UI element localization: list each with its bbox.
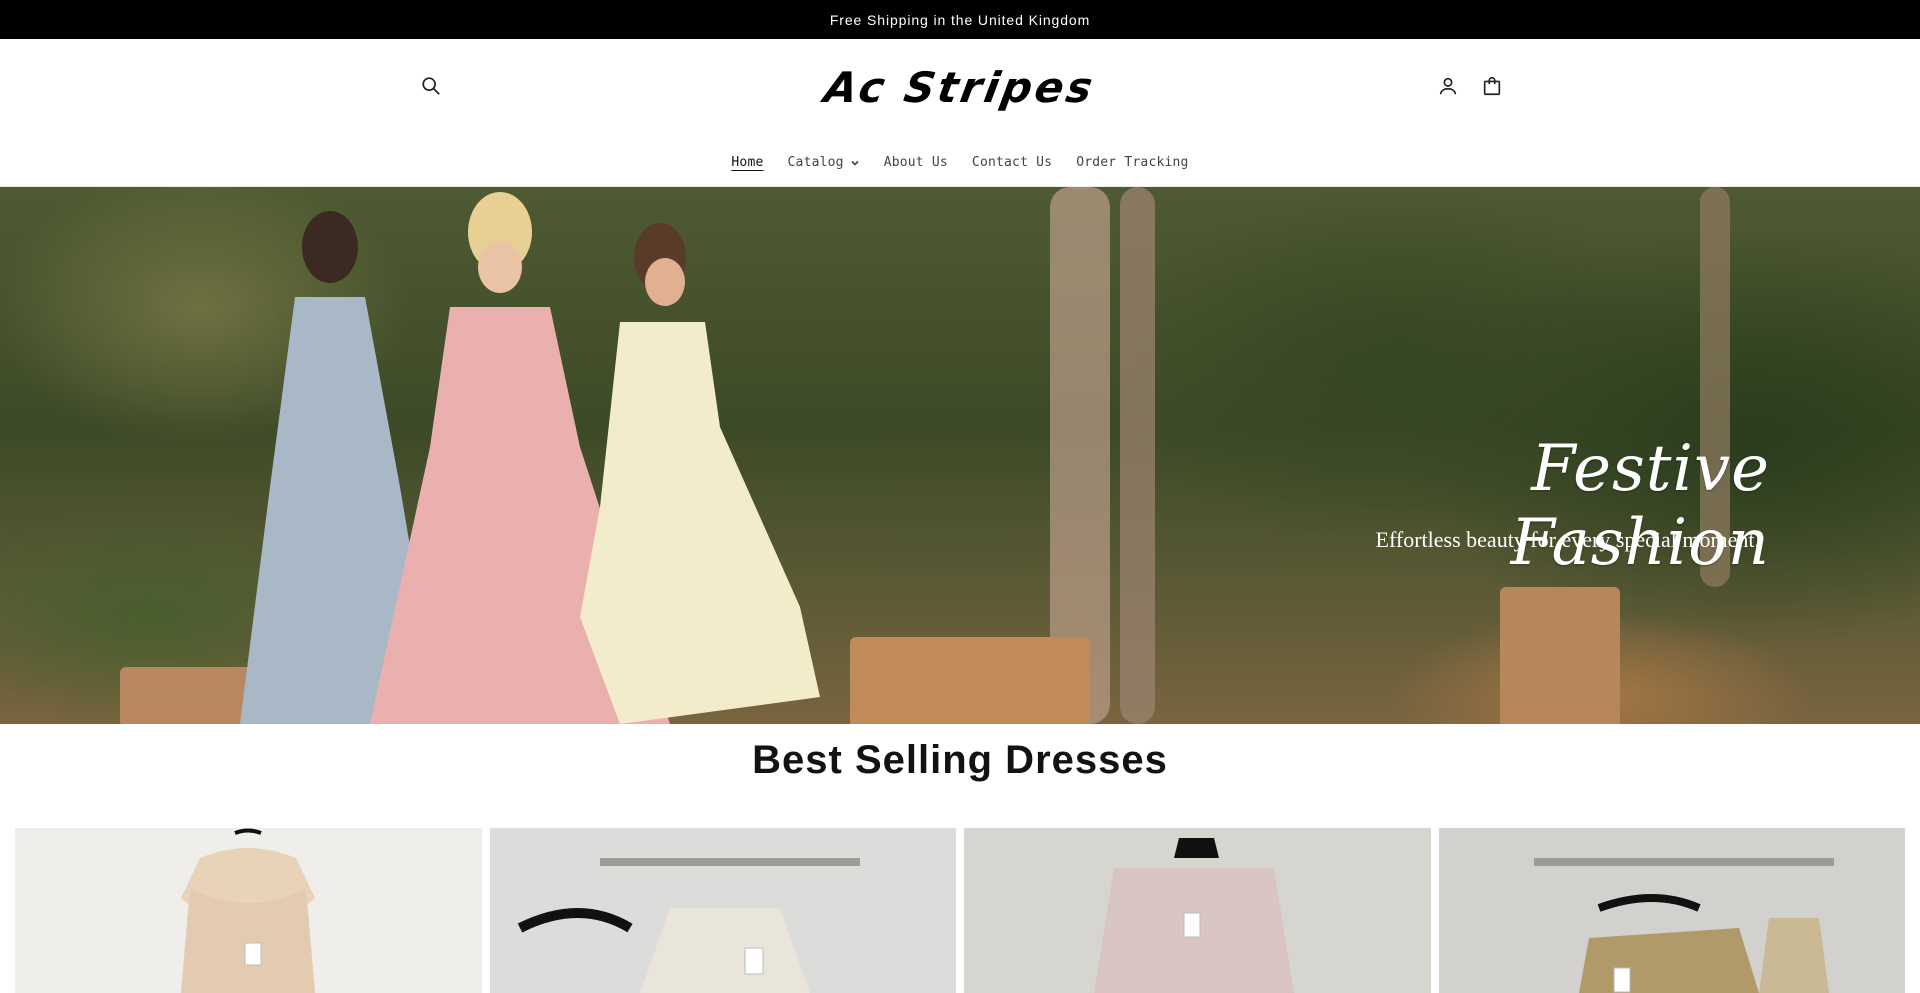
models-image xyxy=(240,192,820,724)
nav-item-catalog[interactable]: Catalog xyxy=(776,155,872,170)
product-image xyxy=(1438,828,1905,993)
product-image xyxy=(489,828,956,993)
announcement-bar: Free Shipping in the United Kingdom xyxy=(0,0,1920,39)
product-image xyxy=(15,828,482,993)
cart-button[interactable] xyxy=(1474,68,1510,104)
section-title: Best Selling Dresses xyxy=(752,738,1168,782)
nav-item-about-us[interactable]: About Us xyxy=(872,155,960,170)
product-card[interactable] xyxy=(15,828,482,993)
site-logo[interactable]: Ac Stripes xyxy=(785,59,1135,115)
search-icon xyxy=(422,77,440,95)
product-image xyxy=(964,828,1431,993)
announcement-text: Free Shipping in the United Kingdom xyxy=(829,11,1091,28)
hero-banner[interactable]: Festive Fashion Effortless beauty for ev… xyxy=(0,187,1920,724)
nav-item-label: Home xyxy=(731,154,764,170)
nav-item-contact-us[interactable]: Contact Us xyxy=(960,155,1064,170)
product-card[interactable] xyxy=(1438,828,1905,993)
bag-icon xyxy=(1483,76,1501,96)
nav-item-label: Order Tracking xyxy=(1076,154,1189,170)
search-button[interactable] xyxy=(413,68,449,104)
product-card[interactable] xyxy=(489,828,956,993)
pedestal xyxy=(1500,587,1620,724)
tree-trunk xyxy=(1120,187,1155,724)
planter xyxy=(850,637,1090,724)
nav-item-label: Catalog xyxy=(787,154,844,170)
hero-subtitle: Effortless beauty for every special mome… xyxy=(1375,527,1760,552)
hero-title: Festive Fashion xyxy=(1510,432,1770,580)
logo-text: Ac Stripes xyxy=(820,62,1100,112)
account-button[interactable] xyxy=(1430,68,1466,104)
main-nav: Home Catalog About Us Contact Us Order T… xyxy=(0,147,1920,177)
chevron-down-icon xyxy=(850,157,860,167)
site-header: Ac Stripes Home Catalog About Us Contact… xyxy=(0,39,1920,187)
product-card[interactable] xyxy=(964,828,1431,993)
product-grid xyxy=(15,828,1905,993)
nav-item-label: Contact Us xyxy=(971,154,1053,170)
user-icon xyxy=(1439,77,1457,95)
nav-item-label: About Us xyxy=(883,154,948,170)
nav-item-order-tracking[interactable]: Order Tracking xyxy=(1064,155,1200,170)
nav-item-home[interactable]: Home xyxy=(719,155,775,170)
